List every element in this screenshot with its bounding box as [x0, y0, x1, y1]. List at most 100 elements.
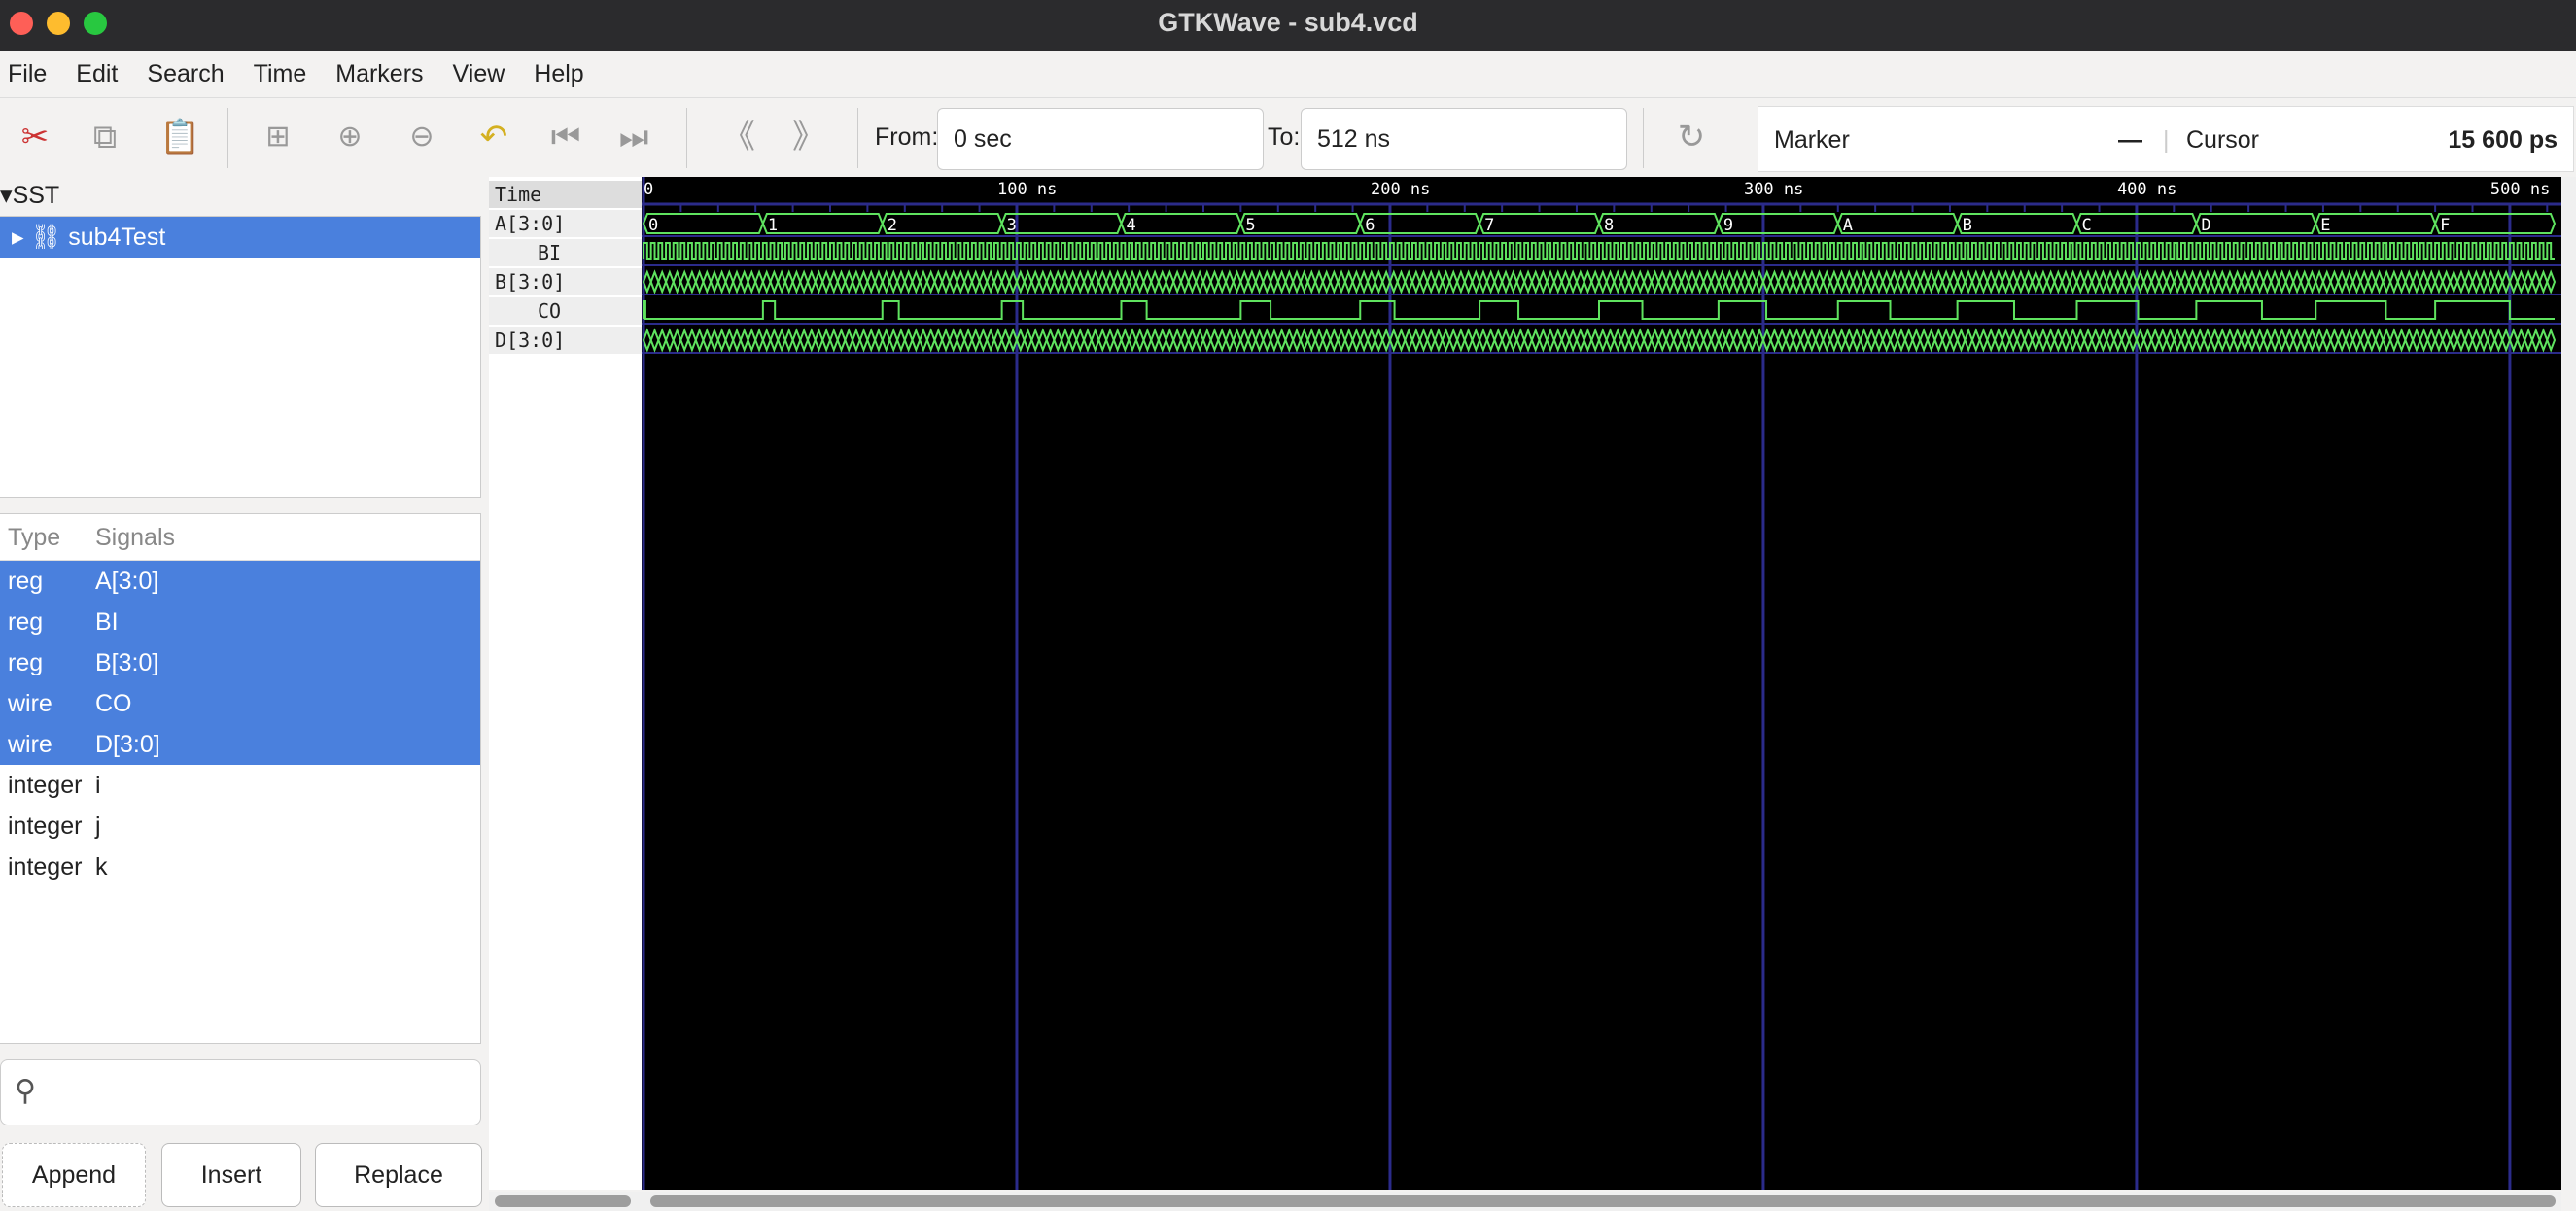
menu-search[interactable]: Search	[147, 60, 224, 88]
wave-b	[2112, 269, 2123, 294]
signal-row[interactable]: reg B[3:0]	[0, 642, 480, 683]
wave-name-co[interactable]: CO	[489, 297, 642, 325]
wave-b	[1112, 269, 1123, 294]
menu-help[interactable]: Help	[534, 60, 583, 88]
wave-b	[2441, 269, 2452, 294]
tree-item-sub4test[interactable]: ▸ ⛓ sub4Test	[0, 217, 480, 258]
wave-b	[1150, 269, 1160, 294]
wave-d	[672, 328, 682, 353]
wave-d	[1045, 328, 1056, 353]
wave-b	[2449, 269, 2459, 294]
signal-row[interactable]: integer k	[0, 847, 480, 887]
signal-type: integer	[8, 772, 83, 799]
wave-d	[1889, 328, 1899, 353]
wave-d	[903, 328, 914, 353]
paste-icon[interactable]: 📋	[159, 118, 200, 156]
menu-edit[interactable]: Edit	[76, 60, 118, 88]
signal-row[interactable]: reg A[3:0]	[0, 561, 480, 602]
expand-icon[interactable]: ▸	[12, 224, 24, 251]
wave-d	[694, 328, 705, 353]
wave-d	[2232, 328, 2243, 353]
wave-d	[1575, 328, 1585, 353]
signal-row[interactable]: reg BI	[0, 602, 480, 642]
menu-file[interactable]: File	[8, 60, 47, 88]
wave-b	[1292, 269, 1302, 294]
reload-icon[interactable]: ↻	[1672, 118, 1711, 156]
menu-view[interactable]: View	[453, 60, 505, 88]
wave-b	[1351, 269, 1362, 294]
wave-a-value: 8	[1604, 216, 1614, 235]
maximize-button[interactable]	[84, 12, 107, 35]
sst-header[interactable]: ▾SST	[0, 181, 59, 210]
wave-a	[2195, 213, 2317, 234]
waveform-pane[interactable]: 0 100 ns 200 ns 300 ns 400 ns 500 ns 0 1 2 3 4 5 6 7 8…	[642, 177, 2561, 1190]
wave-b	[992, 269, 1003, 294]
prev-edge-icon[interactable]: 《	[719, 118, 758, 156]
wave-b	[986, 269, 996, 294]
from-input[interactable]: 0 sec	[937, 108, 1264, 170]
wave-name-bi[interactable]: BI	[489, 239, 642, 266]
wave-a-value: F	[2440, 216, 2450, 235]
wave-d	[1232, 328, 1242, 353]
wave-b	[1037, 269, 1048, 294]
wave-b	[1232, 269, 1242, 294]
zoom-start-icon[interactable]: ⏮	[546, 118, 585, 156]
wave-d	[1828, 328, 1839, 353]
wave-d	[761, 328, 772, 353]
to-input[interactable]: 512 ns	[1301, 108, 1627, 170]
signal-row[interactable]: wire D[3:0]	[0, 724, 480, 765]
wave-d	[1134, 328, 1145, 353]
wave-b	[1919, 269, 1929, 294]
menu-markers[interactable]: Markers	[335, 60, 423, 88]
horizontal-scrollbar[interactable]	[489, 1192, 2561, 1211]
wave-d	[866, 328, 877, 353]
replace-button[interactable]: Replace	[315, 1143, 482, 1207]
cut-icon[interactable]: ✂	[16, 118, 54, 156]
wave-b	[1172, 269, 1183, 294]
wave-d	[1583, 328, 1593, 353]
minimize-button[interactable]	[47, 12, 70, 35]
wave-name-a[interactable]: A[3:0]	[489, 210, 642, 237]
collapse-icon: ▾	[0, 182, 13, 209]
wave-b	[1396, 269, 1407, 294]
zoom-end-icon[interactable]: ⏭	[614, 118, 653, 156]
wave-d	[2441, 328, 2452, 353]
wave-b	[2366, 269, 2377, 294]
wave-b	[1560, 269, 1571, 294]
wave-d	[2179, 328, 2190, 353]
signal-name: i	[95, 772, 101, 799]
wave-b	[1224, 269, 1235, 294]
vertical-scrollbar[interactable]	[2561, 177, 2576, 1190]
append-button[interactable]: Append	[2, 1143, 146, 1207]
wave-d	[911, 328, 922, 353]
signal-row[interactable]: wire CO	[0, 683, 480, 724]
wave-name-d[interactable]: D[3:0]	[489, 327, 642, 354]
wave-scroll-thumb[interactable]	[650, 1195, 2556, 1207]
wave-b	[1523, 269, 1533, 294]
zoom-out-icon[interactable]: ⊖	[402, 118, 441, 156]
search-input[interactable]: ⚲	[0, 1059, 481, 1125]
wave-d	[747, 328, 757, 353]
wave-d	[1337, 328, 1346, 353]
wave-b	[1067, 269, 1078, 294]
wave-b	[2187, 269, 2198, 294]
zoom-fit-icon[interactable]: ⊞	[259, 118, 297, 156]
signal-name: D[3:0]	[95, 731, 160, 758]
next-edge-icon[interactable]: 》	[789, 118, 828, 156]
wave-a	[1000, 213, 1123, 234]
wave-b	[1724, 269, 1735, 294]
wave-b	[941, 269, 951, 294]
wave-d	[1037, 328, 1048, 353]
names-scroll-thumb[interactable]	[495, 1195, 631, 1207]
insert-button[interactable]: Insert	[161, 1143, 301, 1207]
wave-d	[2112, 328, 2123, 353]
close-button[interactable]	[10, 12, 33, 35]
copy-icon[interactable]: ⧉	[86, 118, 124, 156]
zoom-in-icon[interactable]: ⊕	[331, 118, 369, 156]
wave-name-b[interactable]: B[3:0]	[489, 268, 642, 295]
signal-row[interactable]: integer i	[0, 765, 480, 806]
undo-zoom-icon[interactable]: ↶	[474, 118, 513, 156]
menu-time[interactable]: Time	[254, 60, 307, 88]
signal-row[interactable]: integer j	[0, 806, 480, 847]
waveform-canvas[interactable]: 0 100 ns 200 ns 300 ns 400 ns 500 ns 0 1 2 3 4 5 6 7 8…	[642, 177, 2561, 1190]
